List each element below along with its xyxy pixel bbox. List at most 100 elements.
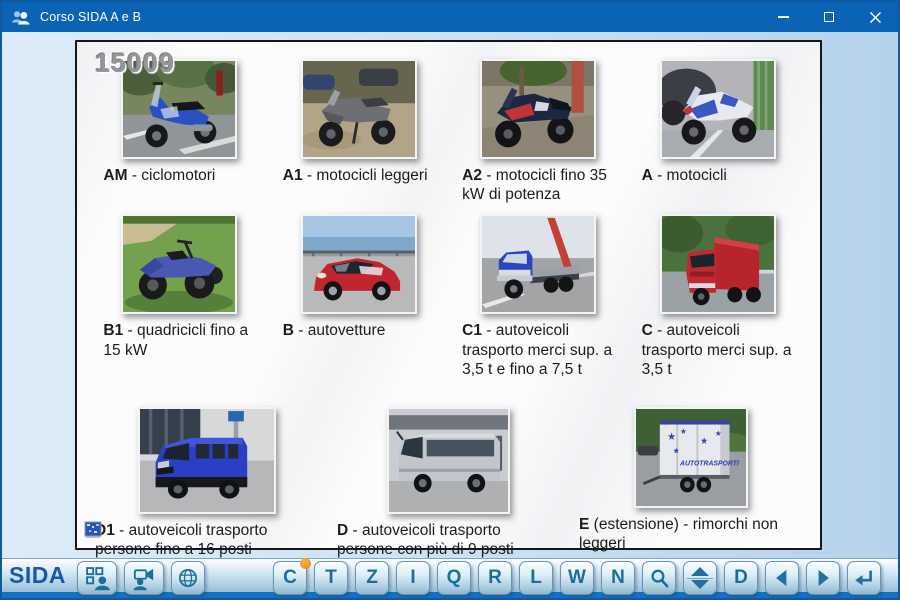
chevron-down-icon bbox=[690, 579, 710, 590]
category-label-a2: A2 - motocicli fino 35 kW di potenza bbox=[462, 166, 614, 204]
letter-i: I bbox=[410, 567, 415, 589]
motorcycle-35kw-photo-icon bbox=[482, 61, 594, 157]
category-cell-c: C - autoveicoli trasporto merci sup. a 3… bbox=[641, 214, 795, 379]
star-decal: ★ bbox=[680, 427, 687, 436]
slide-panel: 15009 bbox=[75, 40, 822, 550]
app-window: Corso SIDA A e B 15009 bbox=[0, 0, 900, 600]
window-title: Corso SIDA A e B bbox=[40, 10, 141, 24]
category-cell-a2: A2 - motocicli fino 35 kW di potenza bbox=[461, 59, 615, 204]
star-decal: ★ bbox=[667, 432, 676, 443]
search-button[interactable] bbox=[642, 561, 676, 595]
enter-icon bbox=[853, 567, 875, 589]
star-decal: ★ bbox=[700, 435, 708, 446]
category-label-a1: A1 - motocicli leggeri bbox=[283, 166, 435, 185]
letter-button-z[interactable]: Z bbox=[355, 561, 389, 595]
letter-q: Q bbox=[447, 567, 462, 589]
category-cell-d1: D1 - autoveicoli trasporto persone fino … bbox=[94, 407, 319, 559]
letter-button-i[interactable]: I bbox=[396, 561, 430, 595]
category-label-am: AM - ciclomotori bbox=[103, 166, 255, 185]
category-cell-am: AM - ciclomotori bbox=[102, 59, 256, 204]
previous-button[interactable] bbox=[765, 561, 799, 595]
video-call-button[interactable] bbox=[124, 561, 164, 595]
category-label-a: A - motocicli bbox=[642, 166, 794, 185]
letter-c: C bbox=[283, 567, 297, 589]
category-label-c1: C1 - autoveicoli trasporto merci sup. a … bbox=[462, 321, 614, 379]
maximize-icon bbox=[824, 12, 834, 22]
close-button[interactable] bbox=[852, 2, 898, 32]
toolbar: SIDA bbox=[2, 558, 898, 598]
letter-button-l[interactable]: L bbox=[519, 561, 553, 595]
minimize-button[interactable] bbox=[760, 2, 806, 32]
quad-photo-icon bbox=[123, 216, 235, 312]
star-decal: ★ bbox=[714, 429, 721, 438]
minibus-photo-icon bbox=[140, 409, 274, 512]
truck-photo-icon bbox=[662, 216, 774, 312]
photo-d1 bbox=[138, 407, 276, 514]
qr-person-button[interactable] bbox=[77, 561, 117, 595]
scroll-up-button[interactable] bbox=[684, 565, 716, 578]
category-cell-b: B - autovetture bbox=[282, 214, 436, 379]
category-cell-d: D - autoveicoli trasporto persone con pi… bbox=[336, 407, 561, 559]
globe-button[interactable] bbox=[171, 561, 205, 595]
next-button[interactable] bbox=[806, 561, 840, 595]
trailer-company-text: AUTOTRASPORTI bbox=[679, 460, 740, 467]
category-label-b: B - autovetture bbox=[283, 321, 435, 340]
category-cell-c1: C1 - autoveicoli trasporto merci sup. a … bbox=[461, 214, 615, 379]
thumbnail-icon[interactable] bbox=[84, 519, 102, 539]
enter-button[interactable] bbox=[847, 561, 881, 595]
photo-a bbox=[660, 59, 776, 159]
letter-button-d[interactable]: D bbox=[724, 561, 758, 595]
letter-button-c[interactable]: C bbox=[273, 561, 307, 595]
category-label-d1: D1 - autoveicoli trasporto persone fino … bbox=[95, 521, 318, 559]
globe-icon bbox=[176, 566, 200, 590]
letter-n: N bbox=[611, 567, 625, 589]
chevron-up-icon bbox=[690, 566, 710, 577]
users-app-icon bbox=[11, 8, 31, 26]
photo-a2 bbox=[480, 59, 596, 159]
photo-c bbox=[660, 214, 776, 314]
video-call-icon bbox=[131, 565, 157, 591]
close-icon bbox=[869, 11, 882, 24]
category-cell-a1: A1 - motocicli leggeri bbox=[282, 59, 436, 204]
photo-e: ★ ★ ★ ★ ★ AUTOTRASPORTI bbox=[634, 407, 748, 508]
category-cell-b1: B1 - quadricicli fino a 15 kW bbox=[102, 214, 256, 379]
category-label-e: E (estensione) - rimorchi non leggeri bbox=[579, 515, 802, 553]
row-3: D1 - autoveicoli trasporto persone fino … bbox=[77, 407, 820, 559]
maximize-button[interactable] bbox=[806, 2, 852, 32]
scroll-spinner bbox=[683, 561, 717, 595]
photo-d bbox=[387, 407, 510, 514]
arrow-right-icon bbox=[812, 567, 834, 589]
scroll-down-button[interactable] bbox=[684, 579, 716, 592]
sida-logo: SIDA bbox=[9, 564, 66, 587]
category-label-d: D - autoveicoli trasporto persone con pi… bbox=[337, 521, 560, 559]
letter-button-n[interactable]: N bbox=[601, 561, 635, 595]
app-body: 15009 bbox=[2, 32, 898, 558]
letter-t: T bbox=[325, 567, 337, 589]
letter-button-r[interactable]: R bbox=[478, 561, 512, 595]
photo-c1 bbox=[480, 214, 596, 314]
search-icon bbox=[648, 567, 671, 590]
letter-button-t[interactable]: T bbox=[314, 561, 348, 595]
letter-z: Z bbox=[366, 567, 378, 589]
small-truck-photo-icon bbox=[482, 216, 594, 312]
category-cell-a: A - motocicli bbox=[641, 59, 795, 204]
qr-person-icon bbox=[84, 565, 110, 591]
letter-button-w[interactable]: W bbox=[560, 561, 594, 595]
coach-bus-photo-icon bbox=[389, 409, 508, 512]
photo-b1 bbox=[121, 214, 237, 314]
motorcycle-photo-icon bbox=[662, 61, 774, 157]
star-decal: ★ bbox=[672, 445, 679, 455]
category-label-b1: B1 - quadricicli fino a 15 kW bbox=[103, 321, 255, 359]
category-label-c: C - autoveicoli trasporto merci sup. a 3… bbox=[642, 321, 794, 379]
car-photo-icon bbox=[303, 216, 415, 312]
letter-button-q[interactable]: Q bbox=[437, 561, 471, 595]
photo-b bbox=[301, 214, 417, 314]
letter-r: R bbox=[488, 567, 502, 589]
letter-w: W bbox=[568, 567, 586, 589]
row-1: AM - ciclomotori bbox=[77, 59, 820, 204]
category-grid: AM - ciclomotori bbox=[77, 42, 820, 560]
arrow-left-icon bbox=[771, 567, 793, 589]
notification-dot bbox=[300, 558, 311, 569]
trailer-photo-icon: ★ ★ ★ ★ ★ AUTOTRASPORTI bbox=[636, 409, 746, 506]
letter-d: D bbox=[734, 567, 748, 589]
